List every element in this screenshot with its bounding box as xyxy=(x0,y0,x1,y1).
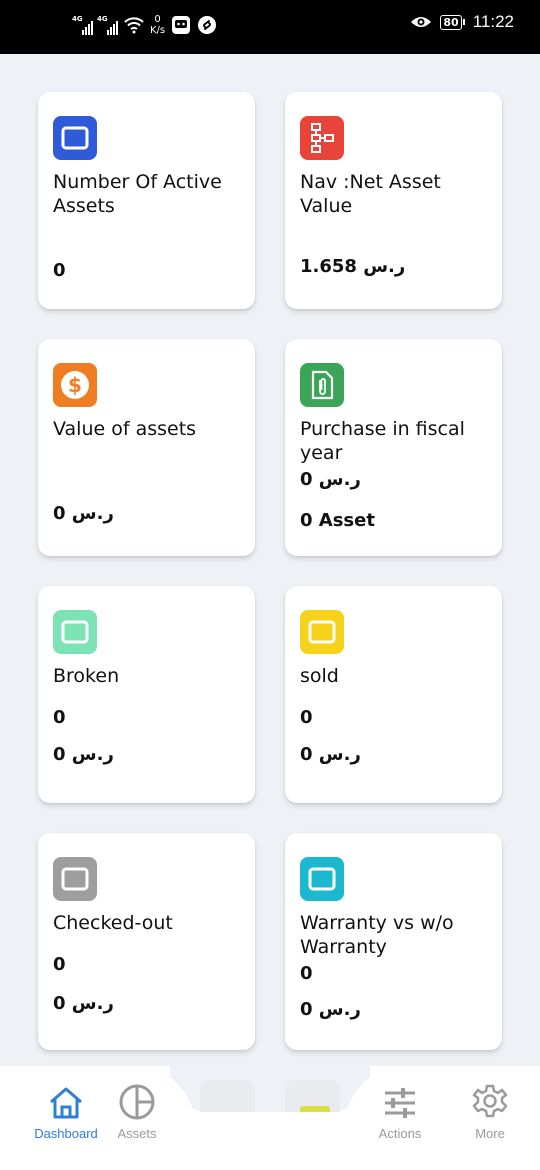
sliders-icon xyxy=(385,1088,415,1118)
card-count: 0 xyxy=(300,707,313,728)
hierarchy-icon xyxy=(300,116,344,160)
card-title: Broken xyxy=(53,665,120,687)
card-active-assets[interactable]: Number Of Active Assets 0 xyxy=(38,92,255,309)
card-peek xyxy=(200,1080,255,1112)
nav-assets[interactable]: Assets xyxy=(112,1084,162,1141)
card-value: 1.658 ر.س xyxy=(300,256,406,277)
card-net-asset-value[interactable]: Nav :Net Asset Value 1.658 ر.س xyxy=(285,92,502,309)
eye-icon xyxy=(411,17,432,27)
battery-level: 80 xyxy=(440,14,462,30)
signal-icon: 4G xyxy=(72,15,93,35)
nav-dashboard[interactable]: Dashboard xyxy=(28,1086,104,1141)
card-value: 0 ر.س xyxy=(300,744,361,765)
window-icon xyxy=(53,610,97,654)
card-value: 0 ر.س xyxy=(300,469,361,490)
card-count: 0 xyxy=(300,963,313,984)
paperclip-icon xyxy=(300,363,344,407)
card-value: 0 ر.س xyxy=(53,503,114,524)
nav-more[interactable]: More xyxy=(465,1084,515,1141)
window-icon xyxy=(53,857,97,901)
gear-icon xyxy=(472,1084,508,1118)
card-warranty[interactable]: Warranty vs w/o Warranty 0 0 ر.س xyxy=(285,833,502,1050)
card-sold[interactable]: sold 0 0 ر.س xyxy=(285,586,502,803)
home-icon xyxy=(50,1087,82,1119)
nav-actions-label: Actions xyxy=(378,1126,422,1141)
card-count: 0 xyxy=(53,954,66,975)
clock: 11:22 xyxy=(472,12,514,31)
card-title: Checked-out xyxy=(53,912,173,934)
card-broken[interactable]: Broken 0 0 ر.س xyxy=(38,586,255,803)
card-count: 0 xyxy=(53,707,66,728)
nav-more-label: More xyxy=(475,1126,505,1141)
nav-assets-label: Assets xyxy=(117,1126,157,1141)
card-value: 0 ر.س xyxy=(53,993,114,1014)
card-value: 0 ر.س xyxy=(53,744,114,765)
signal-icon-2: 4G xyxy=(97,15,118,35)
card-title: sold xyxy=(300,665,339,687)
card-title: Warranty vs w/o Warranty xyxy=(300,912,454,958)
window-icon xyxy=(300,857,344,901)
window-icon xyxy=(300,610,344,654)
card-peek xyxy=(285,1080,340,1112)
card-title: Purchase in fiscal year xyxy=(300,418,465,464)
card-value-of-assets[interactable]: $ Value of assets 0 ر.س xyxy=(38,339,255,556)
status-bar: 4G 4G 0 K/s 80 11:22 xyxy=(0,0,540,54)
app-notification-icon xyxy=(172,16,191,34)
wifi-icon xyxy=(124,17,144,34)
card-checked-out[interactable]: Checked-out 0 0 ر.س xyxy=(38,833,255,1050)
pie-chart-icon xyxy=(119,1084,155,1120)
nav-actions[interactable]: Actions xyxy=(370,1086,430,1141)
svg-text:$: $ xyxy=(68,373,82,397)
card-asset-count: 0 Asset xyxy=(300,510,375,531)
card-title: Value of assets xyxy=(53,418,197,440)
card-value: 0 xyxy=(53,260,66,281)
card-title: Number Of Active Assets xyxy=(53,171,222,217)
nav-dashboard-label: Dashboard xyxy=(34,1126,98,1141)
window-icon xyxy=(53,116,97,160)
network-type-1: 4G xyxy=(72,15,83,23)
card-title: Nav :Net Asset Value xyxy=(300,171,441,217)
card-value: 0 ر.س xyxy=(300,999,361,1020)
dollar-icon: $ xyxy=(53,363,97,407)
network-speed: 0 K/s xyxy=(150,14,166,36)
card-purchase-fiscal-year[interactable]: Purchase in fiscal year 0 ر.س 0 Asset xyxy=(285,339,502,556)
network-type-2: 4G xyxy=(97,15,108,23)
bottom-navigation: Dashboard Assets Actions More xyxy=(0,1066,540,1170)
shazam-icon xyxy=(198,16,217,34)
battery-icon: 80 xyxy=(440,14,465,30)
